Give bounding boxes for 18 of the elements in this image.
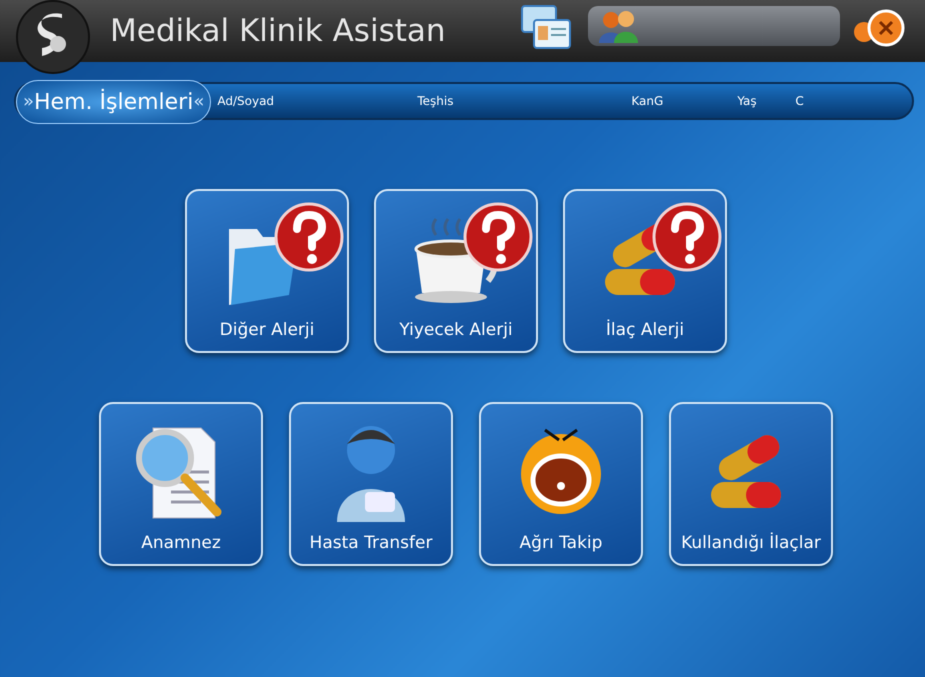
menu-tile[interactable]: Kullandığı İlaçlar: [669, 402, 833, 566]
column-header: KanG: [631, 93, 664, 110]
users-icon: [598, 9, 640, 43]
menu-tile[interactable]: Anamnez: [99, 402, 263, 566]
menu-tile[interactable]: Hasta Transfer: [289, 402, 453, 566]
menu-tile[interactable]: Ağrı Takip: [479, 402, 643, 566]
section-title: Hem. İşlemleri: [34, 88, 194, 116]
id-cards-icon: [520, 4, 572, 52]
double-chevron-icon: «: [193, 93, 204, 111]
column-header: C: [795, 93, 804, 110]
menu-tile[interactable]: Yiyecek Alerji: [374, 189, 538, 353]
column-header: Teşhis: [417, 93, 454, 110]
column-header: Yaş: [737, 93, 757, 110]
menu-tile[interactable]: İlaç Alerji: [563, 189, 727, 353]
app-title: Medikal Klinik Asistan: [110, 12, 446, 51]
double-chevron-icon: »: [23, 93, 34, 111]
column-header: Ad/Soyad: [217, 93, 274, 110]
menu-tile[interactable]: Diğer Alerji: [185, 189, 349, 353]
